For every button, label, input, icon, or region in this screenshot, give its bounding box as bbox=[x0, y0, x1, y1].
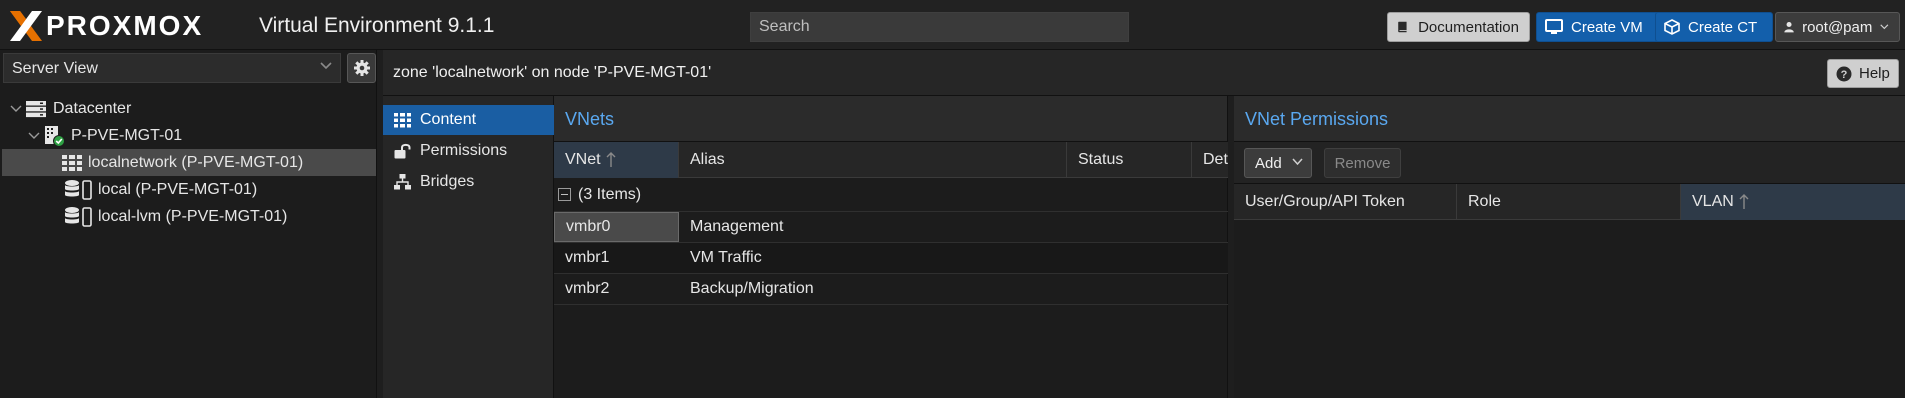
permissions-grid-header: User/Group/API Token Role VLAN bbox=[1234, 184, 1905, 220]
cell-alias[interactable]: VM Traffic bbox=[679, 243, 1067, 273]
tree-item-label: Datacenter bbox=[53, 99, 132, 117]
column-header-label: Alias bbox=[690, 151, 725, 168]
tree-item-label: localnetwork (P-PVE-MGT-01) bbox=[88, 153, 304, 171]
vnets-panel-title: VNets bbox=[565, 109, 615, 129]
table-row[interactable]: vmbr1 VM Traffic bbox=[554, 243, 1228, 274]
resource-tree-panel: Server View Datacenter P-PVE-MGT-01 loca… bbox=[0, 50, 377, 398]
tree-item-local-lvm[interactable]: local-lvm (P-PVE-MGT-01) bbox=[2, 203, 376, 230]
tree-item-datacenter[interactable]: Datacenter bbox=[2, 95, 376, 122]
vnets-grid-header: VNet Alias Status Det bbox=[554, 142, 1228, 178]
column-header-label: VNet bbox=[565, 151, 601, 168]
column-header-user[interactable]: User/Group/API Token bbox=[1234, 184, 1457, 220]
book-icon bbox=[1398, 21, 1407, 33]
chevron-down-icon[interactable] bbox=[10, 105, 22, 113]
help-icon: ? bbox=[1836, 66, 1852, 81]
column-header-label: Det bbox=[1203, 151, 1228, 168]
tree-item-label: local (P-PVE-MGT-01) bbox=[98, 180, 258, 198]
proxmox-wordmark: PROXMOX bbox=[46, 10, 204, 41]
permissions-toolbar: Add Remove bbox=[1234, 142, 1905, 184]
user-menu-button[interactable]: root@pam bbox=[1775, 12, 1900, 42]
svg-text:?: ? bbox=[1841, 69, 1848, 81]
proxmox-logo[interactable]: PROXMOX bbox=[8, 9, 203, 43]
group-header-row[interactable]: (3 Items) bbox=[554, 178, 1228, 212]
group-header-label: (3 Items) bbox=[578, 185, 642, 203]
zone-nav: Content Permissions Bridges bbox=[383, 96, 554, 398]
unlock-icon bbox=[394, 143, 411, 159]
cell-alias[interactable]: Management bbox=[679, 212, 1067, 242]
column-header-status[interactable]: Status bbox=[1067, 142, 1192, 178]
content-title-bar: zone 'localnetwork' on node 'P-PVE-MGT-0… bbox=[383, 50, 1905, 96]
monitor-icon bbox=[1545, 19, 1563, 34]
user-label: root@pam bbox=[1802, 18, 1873, 36]
tree-item-label: P-PVE-MGT-01 bbox=[71, 126, 183, 144]
create-vm-button[interactable]: Create VM bbox=[1536, 12, 1666, 42]
column-header-vlan[interactable]: VLAN bbox=[1681, 184, 1905, 220]
add-label: Add bbox=[1255, 154, 1282, 172]
gear-icon bbox=[353, 60, 370, 76]
nav-item-content[interactable]: Content bbox=[383, 105, 554, 135]
nav-item-label: Permissions bbox=[420, 142, 508, 159]
vnets-panel: VNets VNet Alias Status Det (3 Items) vm… bbox=[554, 96, 1228, 398]
grid-icon bbox=[394, 112, 411, 127]
create-ct-button[interactable]: Create CT bbox=[1655, 12, 1773, 42]
documentation-button[interactable]: Documentation bbox=[1387, 12, 1530, 42]
tree-item-node[interactable]: P-PVE-MGT-01 bbox=[2, 122, 376, 149]
sort-ascending-icon bbox=[606, 152, 616, 167]
column-header-alias[interactable]: Alias bbox=[679, 142, 1067, 178]
nav-item-permissions[interactable]: Permissions bbox=[383, 136, 554, 166]
cell-alias[interactable]: Backup/Migration bbox=[679, 274, 1067, 304]
tree-item-label: local-lvm (P-PVE-MGT-01) bbox=[98, 207, 288, 225]
permissions-panel-title: VNet Permissions bbox=[1245, 109, 1389, 129]
nav-item-label: Bridges bbox=[420, 173, 475, 190]
view-select[interactable]: Server View bbox=[3, 53, 341, 83]
documentation-label: Documentation bbox=[1418, 18, 1519, 36]
nav-item-label: Content bbox=[420, 111, 477, 128]
cube-icon bbox=[1664, 19, 1680, 35]
add-button[interactable]: Add bbox=[1244, 148, 1312, 178]
vnets-panel-header: VNets bbox=[554, 96, 1227, 142]
column-header-vnet[interactable]: VNet bbox=[554, 142, 679, 178]
tree-item-local[interactable]: local (P-PVE-MGT-01) bbox=[2, 176, 376, 203]
collapse-icon[interactable] bbox=[558, 188, 571, 201]
chevron-down-icon bbox=[320, 62, 332, 70]
page-title: zone 'localnetwork' on node 'P-PVE-MGT-0… bbox=[393, 64, 712, 81]
sdn-zone-grid-icon bbox=[62, 154, 82, 171]
column-header-label: Status bbox=[1078, 151, 1124, 168]
column-header-details[interactable]: Det bbox=[1192, 142, 1228, 178]
chevron-down-icon bbox=[1880, 24, 1889, 30]
sort-ascending-icon bbox=[1739, 194, 1749, 209]
cell-vnet[interactable]: vmbr2 bbox=[554, 274, 679, 304]
top-bar: PROXMOX Virtual Environment 9.1.1 Search… bbox=[0, 0, 1905, 50]
column-header-label: User/Group/API Token bbox=[1245, 193, 1405, 210]
table-row[interactable]: vmbr0 Management bbox=[554, 212, 1228, 243]
tree-settings-button[interactable] bbox=[347, 53, 376, 83]
chevron-down-icon bbox=[1292, 158, 1303, 166]
help-label: Help bbox=[1859, 65, 1890, 82]
proxmox-x-icon bbox=[10, 11, 42, 41]
datacenter-icon bbox=[25, 100, 47, 118]
storage-icon bbox=[64, 206, 92, 228]
remove-button[interactable]: Remove bbox=[1324, 148, 1401, 178]
cell-vnet[interactable]: vmbr0 bbox=[554, 212, 679, 242]
node-online-icon bbox=[43, 125, 65, 147]
product-version: Virtual Environment 9.1.1 bbox=[259, 14, 495, 37]
help-button[interactable]: ? Help bbox=[1827, 59, 1899, 88]
storage-icon bbox=[64, 179, 92, 201]
table-row[interactable]: vmbr2 Backup/Migration bbox=[554, 274, 1228, 305]
nav-item-bridges[interactable]: Bridges bbox=[383, 167, 554, 197]
vnet-permissions-panel: VNet Permissions Add Remove User/Group/A… bbox=[1234, 96, 1905, 398]
column-header-label: Role bbox=[1468, 193, 1501, 210]
create-ct-label: Create CT bbox=[1688, 18, 1758, 36]
create-vm-label: Create VM bbox=[1571, 18, 1643, 36]
chevron-down-icon[interactable] bbox=[28, 132, 40, 140]
search-input[interactable]: Search bbox=[750, 12, 1129, 42]
network-icon bbox=[394, 174, 411, 190]
cell-vnet[interactable]: vmbr1 bbox=[554, 243, 679, 273]
column-header-label: VLAN bbox=[1692, 193, 1734, 210]
permissions-panel-header: VNet Permissions bbox=[1234, 96, 1905, 142]
user-icon bbox=[1784, 21, 1794, 33]
view-select-value: Server View bbox=[12, 60, 98, 77]
column-header-role[interactable]: Role bbox=[1457, 184, 1681, 220]
tree-item-localnetwork[interactable]: localnetwork (P-PVE-MGT-01) bbox=[2, 149, 376, 176]
